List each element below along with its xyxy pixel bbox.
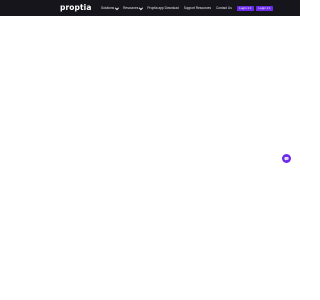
main-nav: Solutions Resources Proptia app Download…: [101, 5, 274, 11]
chevron-down-icon: [139, 5, 144, 10]
chevron-down-icon: [114, 5, 120, 10]
nav-item-label: Contact Us: [216, 6, 232, 10]
chat-bubble-icon: [284, 156, 289, 161]
nav-item-label: Solutions: [101, 6, 115, 10]
nav-item-label: Proptia app Download: [147, 6, 179, 10]
nav-item-solutions[interactable]: Solutions: [101, 5, 120, 11]
nav-item-app-download[interactable]: Proptia app Download: [147, 5, 178, 11]
login-button-secondary[interactable]: Login 1:1: [255, 5, 274, 11]
nav-item-resources[interactable]: Resources: [123, 5, 144, 11]
nav-item-contact-us[interactable]: Contact Us: [216, 5, 232, 11]
nav-item-label: Resources: [123, 6, 139, 10]
chat-button[interactable]: [282, 154, 291, 163]
brand-logo[interactable]: proptia: [60, 3, 92, 13]
page: proptia Solutions Resources Proptia app …: [0, 0, 300, 300]
nav-item-label: Support Resources: [183, 6, 212, 10]
top-navbar: proptia Solutions Resources Proptia app …: [0, 0, 300, 16]
login-button[interactable]: Login 1:1: [236, 5, 254, 11]
nav-item-support-resources[interactable]: Support Resources: [184, 5, 211, 11]
